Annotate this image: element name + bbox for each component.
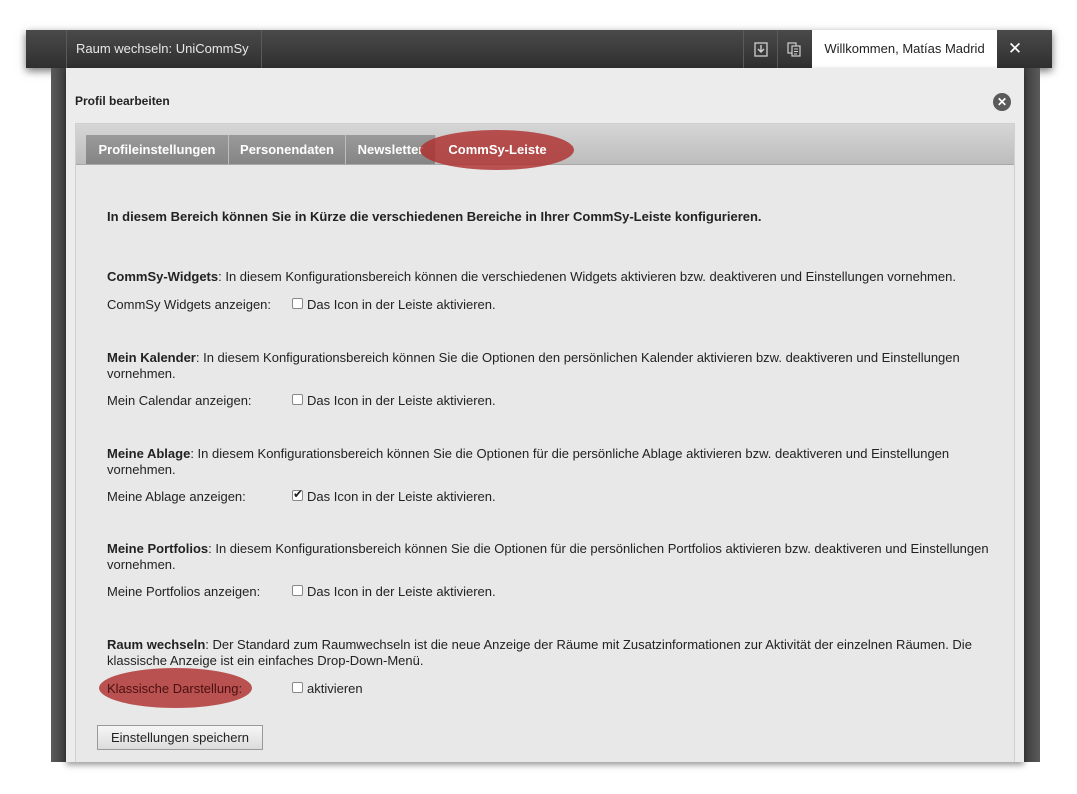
calendar-checkbox[interactable] [292,394,303,405]
section-text: : In diesem Konfigurationsbereich können… [218,269,956,284]
section-heading: CommSy-Widgets [107,269,219,284]
section-heading: Raum wechseln [107,637,206,652]
section-calendar: Mein Kalender: In diesem Konfigurationsb… [107,350,997,382]
dialog-close-icon[interactable]: ✕ [993,93,1011,111]
frame-left [51,68,66,762]
dialog-body: Profileinstellungen Personendaten Newsle… [75,123,1015,762]
close-icon[interactable]: ✕ [997,30,1033,68]
tab-personendaten[interactable]: Personendaten [229,135,346,164]
save-button[interactable]: Einstellungen speichern [97,725,263,750]
checkbox-label[interactable]: Das Icon in der Leiste aktivieren. [307,584,496,599]
option-label: CommSy Widgets anzeigen: [107,297,272,312]
welcome-user[interactable]: Willkommen, Matías Madrid [812,30,997,68]
option-label: Meine Ablage anzeigen: [107,489,246,504]
section-ablage: Meine Ablage: In diesem Konfigurationsbe… [107,446,997,478]
checkbox-label[interactable]: Das Icon in der Leiste aktivieren. [307,393,496,408]
section-text: : In diesem Konfigurationsbereich können… [107,350,960,381]
checkbox-label[interactable]: Das Icon in der Leiste aktivieren. [307,489,496,504]
room-switch-button[interactable]: Raum wechseln: UniCommSy [66,30,262,68]
option-label: Meine Portfolios anzeigen: [107,584,261,599]
section-heading: Mein Kalender [107,350,196,365]
option-label: Klassische Darstellung: [107,681,243,696]
dialog-title: Profil bearbeiten [75,94,170,108]
section-portfolios: Meine Portfolios: In diesem Konfiguratio… [107,541,997,573]
top-bar: Raum wechseln: UniCommSy Willkommen, Mat… [26,30,1052,68]
option-label: Mein Calendar anzeigen: [107,393,252,408]
section-heading: Meine Portfolios [107,541,209,556]
profile-dialog: Profil bearbeiten ✕ Profileinstellungen … [66,68,1024,762]
portfolios-checkbox[interactable] [292,585,303,596]
section-widgets: CommSy-Widgets: In diesem Konfigurations… [107,269,997,285]
download-icon[interactable] [743,30,777,68]
section-raum-wechseln: Raum wechseln: Der Standard zum Raumwech… [107,637,997,669]
tab-profileinstellungen[interactable]: Profileinstellungen [86,135,229,164]
checkbox-label[interactable]: Das Icon in der Leiste aktivieren. [307,297,496,312]
widgets-checkbox[interactable] [292,298,303,309]
section-text: : In diesem Konfigurationsbereich können… [107,541,989,572]
section-heading: Meine Ablage [107,446,191,461]
checkbox-label[interactable]: aktivieren [307,681,363,696]
tab-commsy-leiste[interactable]: CommSy-Leiste [436,135,559,164]
section-text: : Der Standard zum Raumwechseln ist die … [107,637,972,668]
ablage-checkbox[interactable] [292,487,303,501]
section-text: : In diesem Konfigurationsbereich können… [107,446,950,477]
classic-display-checkbox[interactable] [292,682,303,693]
frame-right [1024,68,1040,762]
intro-text: In diesem Bereich können Sie in Kürze di… [107,209,762,224]
clipboard-icon[interactable] [777,30,811,68]
